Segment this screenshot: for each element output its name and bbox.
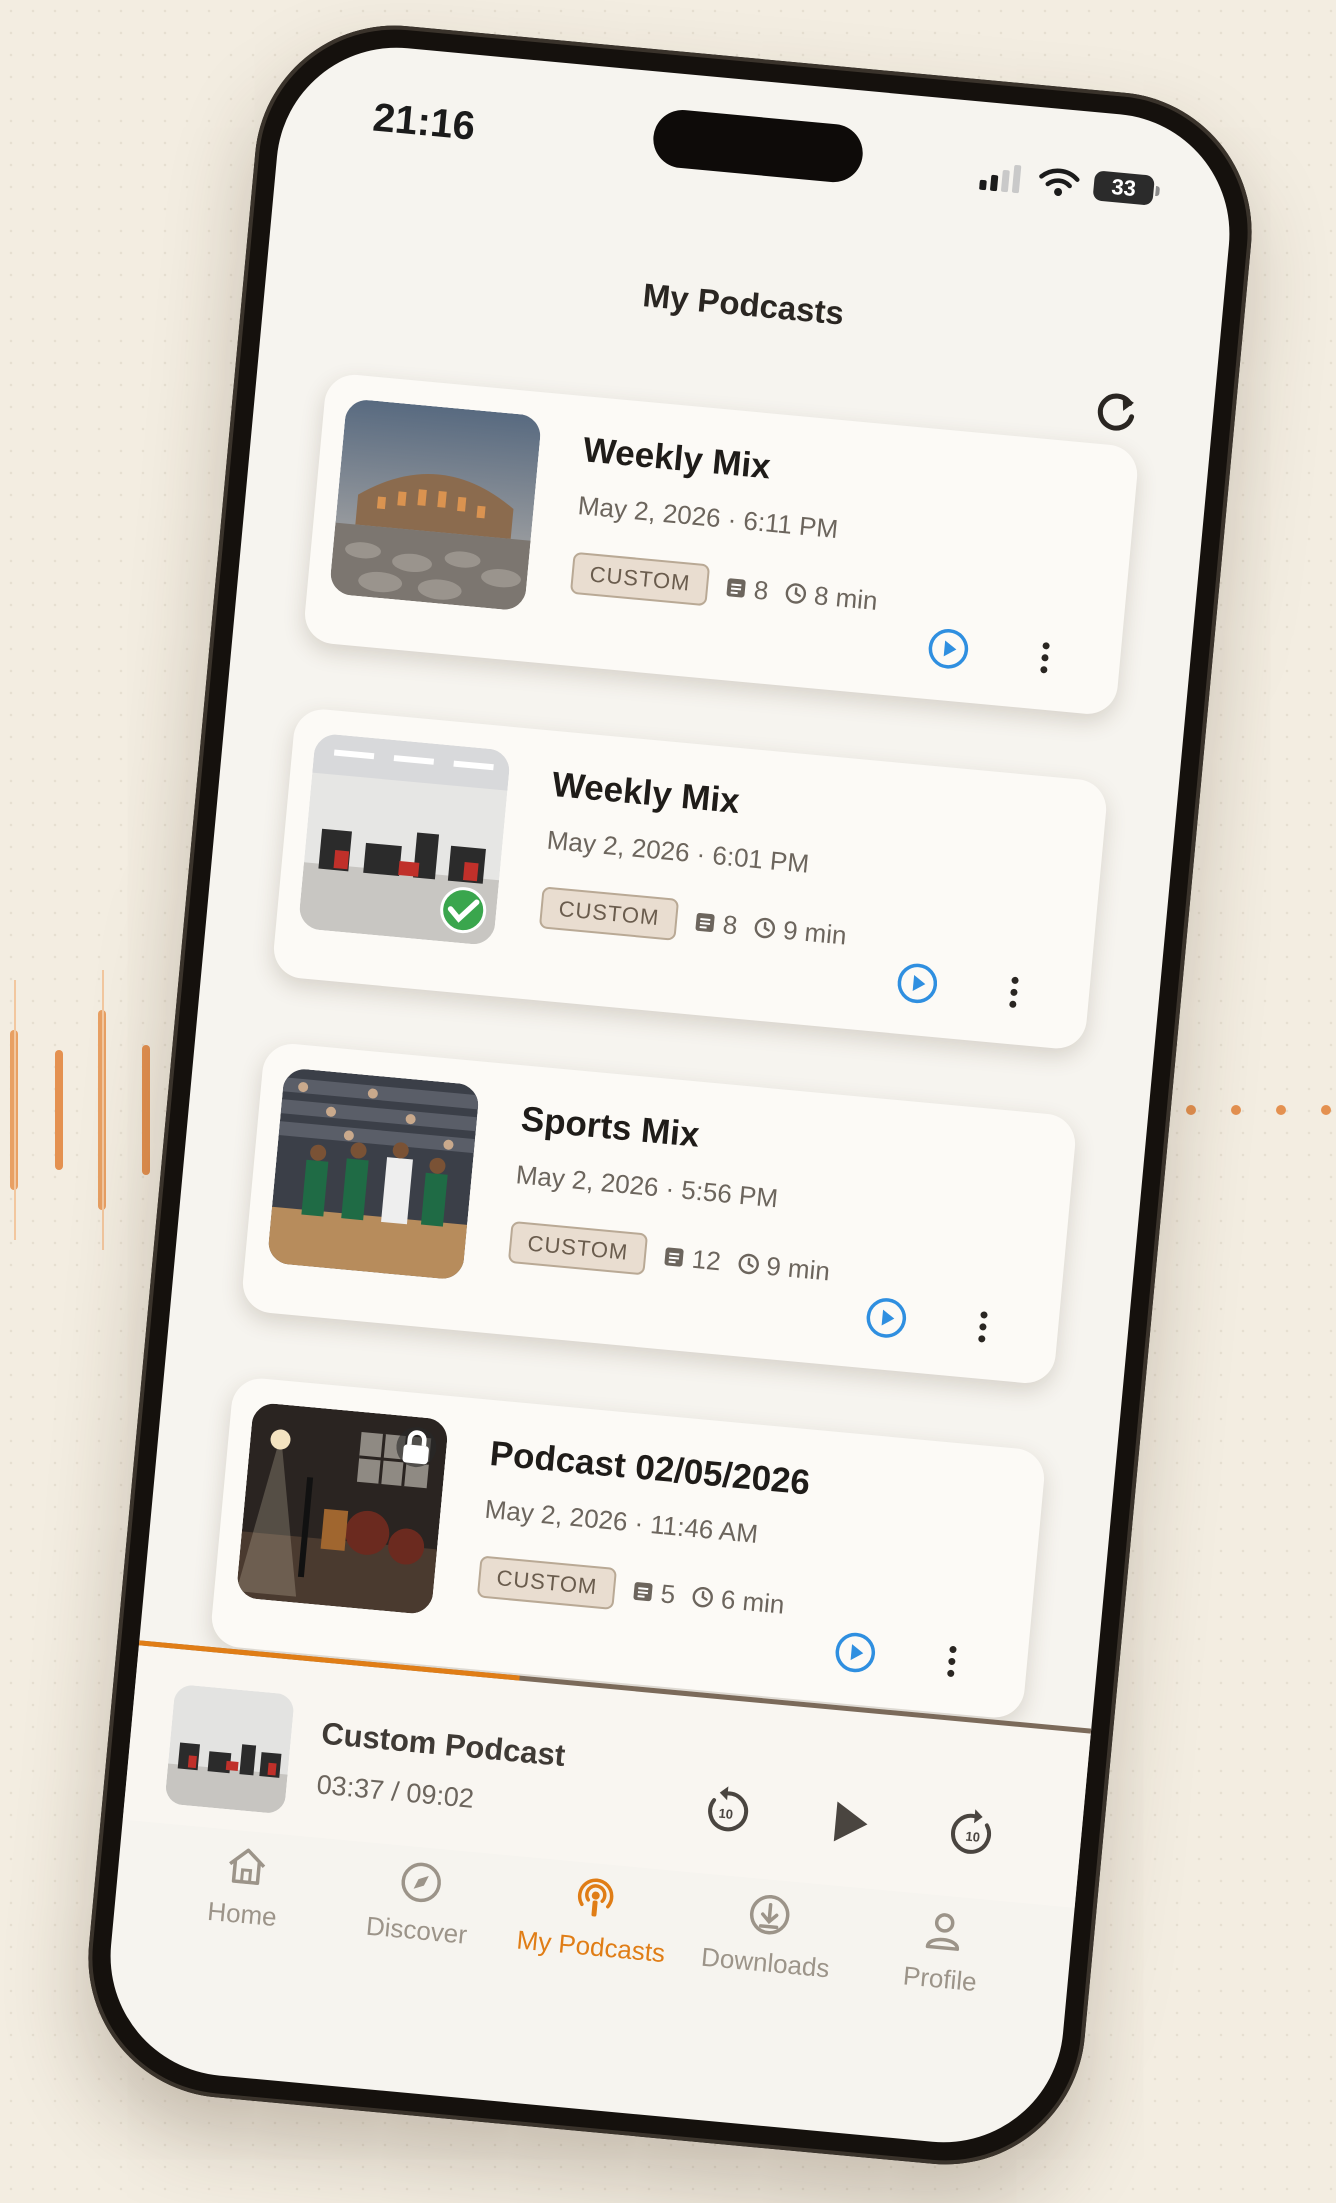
compass-icon — [401, 1862, 441, 1903]
podcast-date: May 2, 2026 · 6:11 PM — [576, 490, 840, 545]
clock-icon — [786, 583, 807, 604]
podcast-icon — [577, 1878, 614, 1917]
studio-thumbnail — [235, 1401, 450, 1616]
podcast-meta: CUSTOM 12 9 min — [507, 1220, 832, 1293]
podcast-meta: CUSTOM 5 6 min — [476, 1555, 787, 1625]
tab-label: My Podcasts — [515, 1924, 667, 1969]
profile-icon — [926, 1913, 960, 1951]
play-circle-icon[interactable] — [831, 1629, 879, 1677]
status-time: 21:16 — [371, 95, 477, 149]
home-icon — [228, 1848, 265, 1885]
forward-10-label: 10 — [965, 1829, 981, 1845]
podcast-title: Sports Mix — [519, 1099, 702, 1155]
article-count-value: 8 — [752, 574, 770, 606]
now-playing-thumbnail — [164, 1683, 295, 1815]
player-controls: 10 10 — [696, 1781, 1004, 1865]
tab-label: Downloads — [699, 1941, 831, 1984]
clock-icon — [738, 1253, 759, 1275]
article-icon — [695, 912, 715, 933]
signal-icon — [979, 165, 1022, 194]
article-icon — [726, 578, 746, 598]
more-vertical-icon[interactable] — [935, 1638, 969, 1685]
more-vertical-icon[interactable] — [997, 969, 1031, 1016]
play-circle-icon[interactable] — [924, 625, 972, 673]
tab-label: Discover — [364, 1910, 469, 1950]
article-count-value: 8 — [721, 908, 739, 940]
app-screen: 21:16 33 My Podcasts Weekly Mix May 2, 2… — [100, 37, 1240, 2153]
phone-frame: 21:16 33 My Podcasts Weekly Mix May 2, 2… — [76, 13, 1264, 2177]
podcast-title: Weekly Mix — [581, 430, 773, 487]
tab-downloads[interactable]: Downloads — [673, 1882, 857, 2057]
play-circle-icon[interactable] — [862, 1294, 910, 1342]
gym-thumbnail — [297, 732, 512, 947]
custom-tag: CUSTOM — [569, 551, 711, 607]
battery-indicator: 33 — [1092, 170, 1155, 206]
tab-home[interactable]: Home — [149, 1833, 333, 2008]
duration-value: 9 min — [765, 1250, 832, 1286]
basketball-thumbnail — [266, 1067, 481, 1281]
clock-icon — [692, 1587, 714, 1608]
now-playing-title: Custom Podcast — [319, 1715, 567, 1774]
podcast-meta: CUSTOM 8 9 min — [538, 886, 849, 956]
tab-discover[interactable]: Discover — [324, 1850, 508, 2025]
download-icon — [750, 1894, 790, 1935]
tab-my-podcasts[interactable]: My Podcasts — [498, 1866, 682, 2041]
now-playing-time: 03:37 / 09:02 — [315, 1769, 476, 1814]
dynamic-island — [650, 107, 866, 185]
replay-10-label: 10 — [718, 1806, 734, 1822]
clock-icon — [755, 917, 776, 939]
forward-10-icon[interactable]: 10 — [943, 1804, 1004, 1865]
article-count: 5 — [630, 1575, 677, 1610]
soundwave-decoration — [10, 970, 150, 1250]
replay-10-icon[interactable]: 10 — [696, 1781, 757, 1842]
custom-tag: CUSTOM — [507, 1220, 649, 1276]
duration: 9 min — [735, 1247, 831, 1287]
duration-value: 9 min — [781, 914, 848, 951]
tab-label: Profile — [901, 1960, 978, 1998]
article-count-value: 12 — [690, 1243, 723, 1276]
duration-value: 8 min — [812, 579, 879, 616]
podcast-title: Podcast 02/05/2026 — [488, 1434, 812, 1503]
wifi-icon — [1039, 168, 1080, 196]
duration: 9 min — [752, 912, 848, 952]
lock-icon — [394, 1425, 439, 1469]
refresh-icon[interactable] — [1087, 383, 1146, 442]
custom-tag: CUSTOM — [538, 886, 680, 941]
article-count: 12 — [661, 1241, 723, 1277]
page-title: My Podcasts — [641, 276, 846, 332]
article-icon — [633, 1582, 653, 1602]
podcast-title: Weekly Mix — [550, 764, 742, 822]
podcast-list: Weekly Mix May 2, 2026 · 6:11 PM CUSTOM … — [203, 372, 1140, 1786]
podcast-date: May 2, 2026 · 11:46 AM — [483, 1493, 760, 1549]
downloaded-check-icon — [438, 885, 489, 936]
colosseum-thumbnail — [328, 398, 543, 612]
custom-tag: CUSTOM — [476, 1555, 618, 1610]
article-count: 8 — [723, 571, 770, 606]
more-vertical-icon[interactable] — [966, 1304, 1000, 1351]
tab-profile[interactable]: Profile — [847, 1898, 1031, 2073]
podcast-card[interactable]: Weekly Mix May 2, 2026 · 6:11 PM CUSTOM … — [302, 372, 1140, 717]
article-icon — [664, 1247, 684, 1267]
article-count: 8 — [692, 906, 739, 941]
more-vertical-icon[interactable] — [1028, 634, 1062, 681]
podcast-date: May 2, 2026 · 5:56 PM — [514, 1159, 780, 1214]
podcast-card[interactable]: Sports Mix May 2, 2026 · 5:56 PM CUSTOM … — [240, 1041, 1078, 1386]
duration: 6 min — [690, 1581, 786, 1621]
play-circle-icon[interactable] — [893, 959, 941, 1007]
podcast-card[interactable]: Weekly Mix May 2, 2026 · 6:01 PM CUSTOM … — [271, 706, 1109, 1052]
duration: 8 min — [783, 577, 879, 617]
article-count-value: 5 — [659, 1577, 677, 1610]
duration-value: 6 min — [719, 1583, 786, 1620]
podcast-date: May 2, 2026 · 6:01 PM — [545, 824, 811, 879]
podcast-meta: CUSTOM 8 8 min — [569, 551, 880, 622]
status-icons: 33 — [979, 160, 1155, 206]
tab-label: Home — [206, 1895, 279, 1933]
play-icon[interactable] — [819, 1792, 880, 1853]
